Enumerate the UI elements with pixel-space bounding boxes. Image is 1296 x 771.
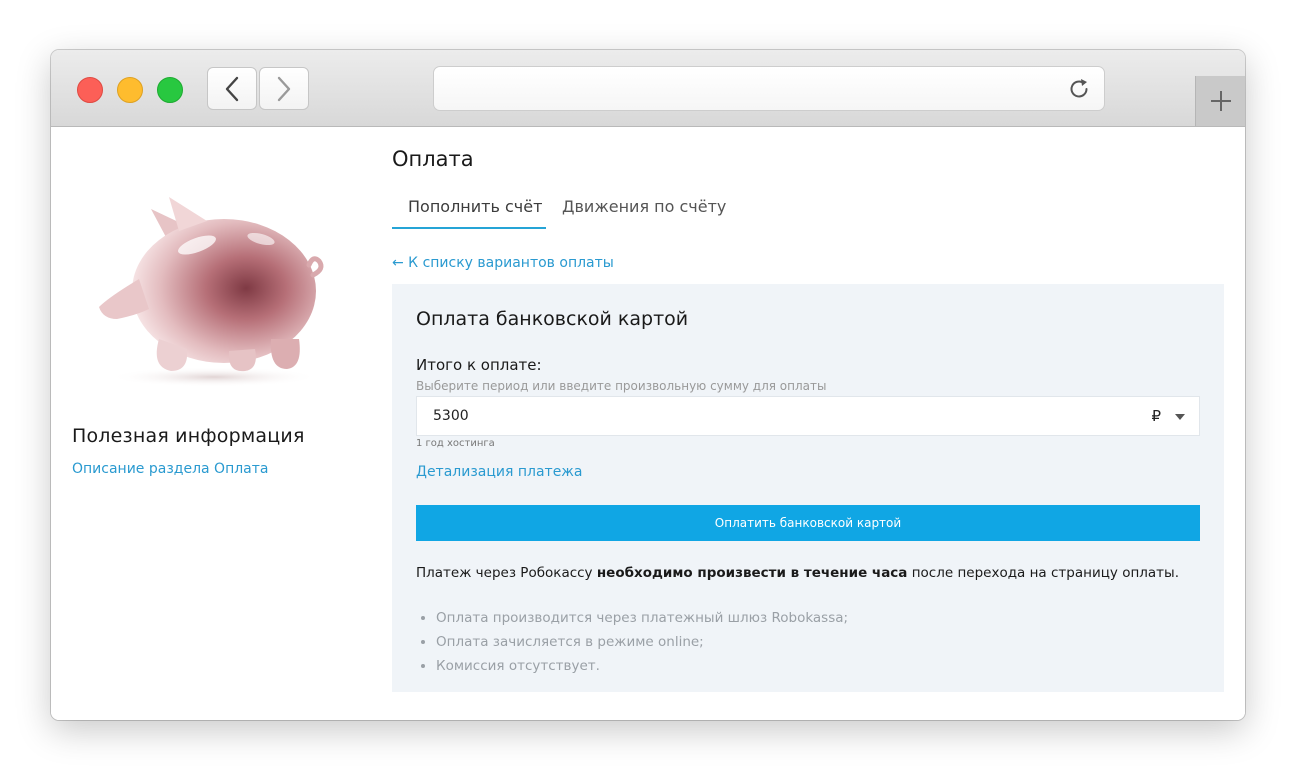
amount-select[interactable]: 5300 ₽ <box>416 396 1200 436</box>
list-item: Оплата производится через платежный шлюз… <box>436 606 848 630</box>
payment-info-list: Оплата производится через платежный шлюз… <box>416 606 848 678</box>
browser-window: Полезная информация Описание раздела Опл… <box>51 50 1245 720</box>
list-item: Оплата зачисляется в режиме online; <box>436 630 848 654</box>
plus-icon <box>1211 91 1231 111</box>
reload-icon[interactable] <box>1066 76 1092 102</box>
period-note: 1 год хостинга <box>416 438 495 449</box>
card-payment-panel: Оплата банковской картой Итого к оплате:… <box>392 284 1224 692</box>
notice-end: после перехода на страницу оплаты. <box>907 565 1179 581</box>
minimize-window-button[interactable] <box>117 77 143 103</box>
amount-value: 5300 <box>433 408 469 424</box>
tab-account-movements[interactable]: Движения по счёту <box>562 197 726 216</box>
notice-start: Платеж через Робокассу <box>416 565 597 581</box>
tab-bar: Пополнить счёт Движения по счёту <box>392 183 1245 231</box>
payment-details-link[interactable]: Детализация платежа <box>416 464 583 480</box>
close-window-button[interactable] <box>77 77 103 103</box>
chevron-left-icon <box>225 76 239 101</box>
amount-hint: Выберите период или введите произвольную… <box>416 379 827 393</box>
currency-symbol: ₽ <box>1151 407 1161 425</box>
tab-top-up[interactable]: Пополнить счёт <box>408 197 542 216</box>
maximize-window-button[interactable] <box>157 77 183 103</box>
list-item: Комиссия отсутствует. <box>436 654 848 678</box>
payment-notice: Платеж через Робокассу необходимо произв… <box>416 565 1179 581</box>
forward-button[interactable] <box>259 67 309 110</box>
piggy-bank-icon <box>99 197 324 387</box>
section-description-link[interactable]: Описание раздела Оплата <box>72 461 268 477</box>
browser-toolbar <box>51 50 1245 127</box>
chevron-down-icon[interactable] <box>1175 414 1185 420</box>
back-button[interactable] <box>207 67 257 110</box>
back-to-payment-options-link[interactable]: ← К списку вариантов оплаты <box>392 255 614 271</box>
new-tab-button[interactable] <box>1195 76 1245 126</box>
total-label: Итого к оплате: <box>416 356 542 374</box>
pay-by-card-button[interactable]: Оплатить банковской картой <box>416 505 1200 541</box>
page-content: Полезная информация Описание раздела Опл… <box>51 127 1245 720</box>
address-bar[interactable] <box>433 66 1105 111</box>
chevron-right-icon <box>277 76 291 101</box>
panel-title: Оплата банковской картой <box>416 308 689 330</box>
notice-bold: необходимо произвести в течение часа <box>596 565 908 581</box>
active-tab-indicator <box>392 227 546 229</box>
sidebar-title: Полезная информация <box>72 425 305 447</box>
page-title: Оплата <box>392 147 474 171</box>
